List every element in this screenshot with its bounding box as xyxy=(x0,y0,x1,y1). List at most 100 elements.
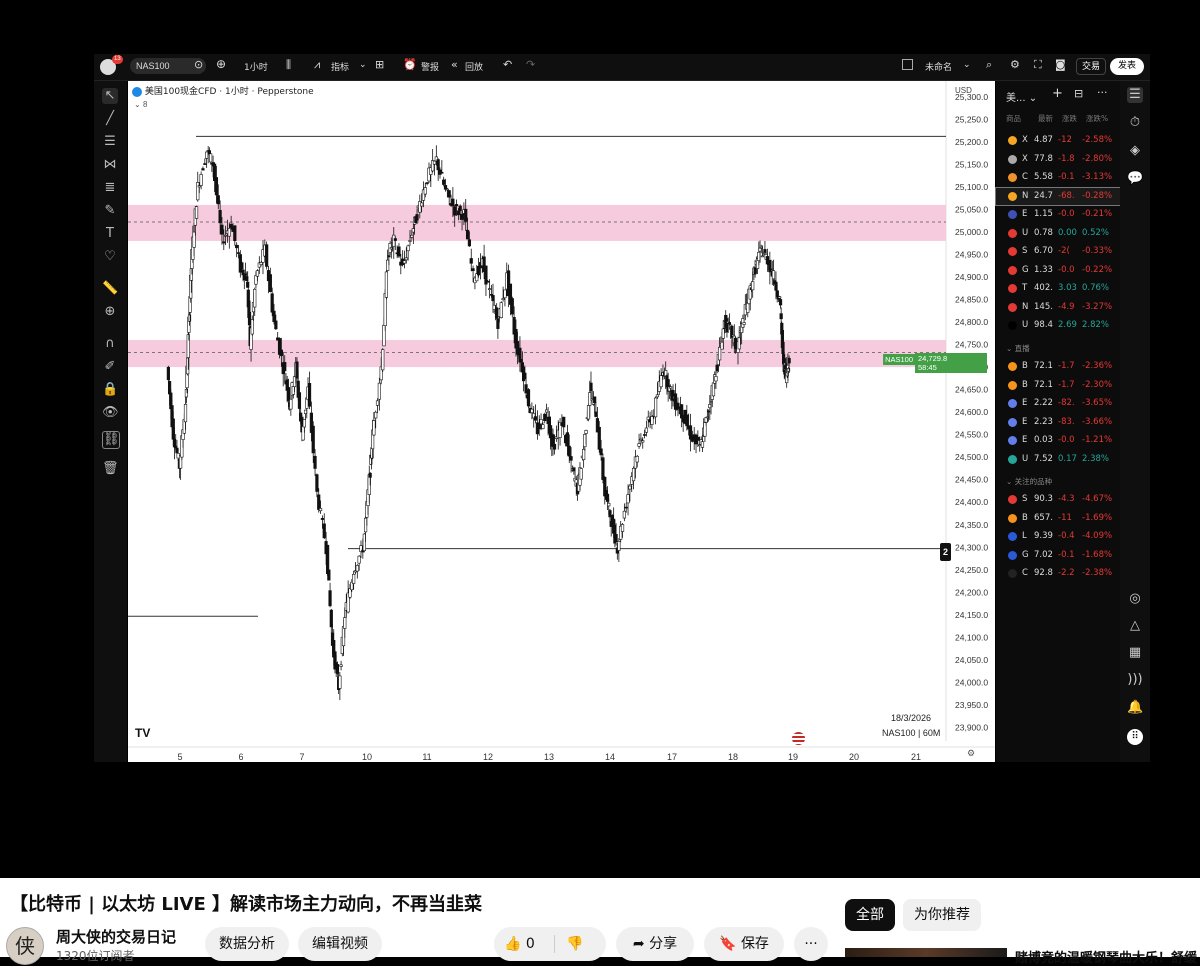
bell-icon[interactable]: 🔔 xyxy=(1127,700,1143,716)
watchlist-row[interactable]: X 4.87 -12 -2.58% xyxy=(996,132,1120,149)
watchlist-row[interactable]: N 145. -4.9 -3.27% xyxy=(996,299,1120,316)
target-icon[interactable]: ◎ xyxy=(1127,591,1143,607)
layout-checkbox[interactable] xyxy=(902,59,913,70)
tradingview-logo[interactable]: TV xyxy=(135,726,150,740)
lock-drawings-icon[interactable]: ✐ xyxy=(102,359,118,375)
watchlist-row[interactable]: S 6.70 -2(-0.33% xyxy=(996,243,1120,260)
col-symbol[interactable]: 商品 xyxy=(1006,113,1021,124)
watchlist-row[interactable]: L 9.39 -0.4 -4.09% xyxy=(996,528,1120,545)
indicators-button[interactable]: 指标 xyxy=(331,60,349,73)
chart-canvas[interactable]: 25,300.025,250.025,200.025,150.025,100.0… xyxy=(128,81,995,762)
ruler-icon[interactable]: 📏 xyxy=(102,281,118,297)
horizontal-lines-icon[interactable]: ☰ xyxy=(102,134,118,150)
watchlist-row[interactable]: S 90.3 -4.3 -4.67% xyxy=(996,491,1120,508)
trash-icon[interactable]: 🗑 xyxy=(102,461,119,477)
indicators-icon[interactable]: ⩘ xyxy=(314,58,320,72)
interval-button[interactable]: 1小时 xyxy=(244,60,268,73)
brush-icon[interactable]: ✎ xyxy=(102,203,118,219)
channel-name[interactable]: 周大侠的交易日记 xyxy=(56,926,176,947)
chat-icon[interactable]: 💬 xyxy=(1127,171,1143,187)
layout-icon[interactable]: ⊞ xyxy=(375,58,384,71)
add-icon[interactable]: + xyxy=(1052,86,1063,101)
layout-grid-icon[interactable]: ⊟ xyxy=(1074,87,1083,100)
watchlist-row[interactable]: N 24.7 -68. -0.28% xyxy=(995,186,1121,206)
fullscreen-icon[interactable]: ⛶ xyxy=(1034,58,1042,72)
alarm-clock-icon[interactable]: ⏱ xyxy=(1127,115,1143,131)
watchlist-row[interactable]: C 92.8 -2.2 -2.38% xyxy=(996,565,1120,582)
search-icon[interactable]: ⌕ xyxy=(986,58,992,72)
replay-button[interactable]: 回放 xyxy=(465,60,483,73)
filter-chip-recommended[interactable]: 为你推荐 xyxy=(903,899,981,931)
watchlist-row[interactable]: G 7.02 -0.1 -1.68% xyxy=(996,547,1120,564)
thumbs-down-icon[interactable]: 👎 xyxy=(566,927,583,961)
cursor-icon[interactable]: ↖ xyxy=(102,88,118,104)
candle-body xyxy=(599,448,603,456)
layers-icon[interactable]: ◈ xyxy=(1127,143,1143,159)
trend-line-icon[interactable]: ╱ xyxy=(102,111,118,127)
publish-button[interactable]: 发表 xyxy=(1110,58,1144,75)
watchlist-row[interactable]: C 5.58 -0.1 -3.13% xyxy=(996,169,1120,186)
col-change[interactable]: 涨跌 xyxy=(1062,113,1077,124)
like-button[interactable]: 👍 0 xyxy=(504,927,535,961)
triangle-icon[interactable]: △ xyxy=(1127,618,1143,634)
watchlist-row[interactable]: E 1.15 -0.0 -0.21% xyxy=(996,206,1120,223)
undo-icon[interactable]: ↶ xyxy=(503,58,512,71)
eye-icon[interactable]: 👁 xyxy=(102,405,119,421)
trade-button[interactable]: 交易 xyxy=(1076,58,1106,75)
fib-icon[interactable]: ≣ xyxy=(102,180,118,196)
watchlist-row[interactable]: B 72.1 -1.7 -2.30% xyxy=(996,377,1120,394)
save-button[interactable]: 🔖 保存 xyxy=(704,927,784,961)
section-header-live[interactable]: ⌄ 直播 xyxy=(1006,343,1030,354)
watchlist-row[interactable]: B 72.1 -1.7 -2.36% xyxy=(996,358,1120,375)
currency-label[interactable]: USD xyxy=(955,86,972,95)
watchlist-header[interactable]: 美... ⌄ xyxy=(1006,89,1037,104)
heart-icon[interactable]: ♡ xyxy=(102,249,118,265)
candle-type-icon[interactable]: ⫼ xyxy=(286,58,291,72)
channel-avatar[interactable]: 侠 xyxy=(6,927,44,965)
watchlist-row[interactable]: U 7.52 0.17 2.38% xyxy=(996,451,1120,468)
watchlist-row[interactable]: U 0.78 0.00 0.52% xyxy=(996,225,1120,242)
link-icon[interactable]: ⛓ xyxy=(102,431,120,449)
calendar-icon[interactable]: ▦ xyxy=(1127,645,1143,661)
more-actions-button[interactable]: ··· xyxy=(794,927,828,961)
settings-icon[interactable]: ⚙ xyxy=(1010,58,1020,71)
watchlist-icon[interactable]: ☰ xyxy=(1127,87,1143,103)
chevron-down-icon[interactable]: ⌄ xyxy=(963,60,971,70)
pattern-icon[interactable]: ⋈ xyxy=(102,157,118,173)
chevron-down-icon[interactable]: ⌄ xyxy=(359,60,367,70)
section-header-favorites[interactable]: ⌄ 关注的品种 xyxy=(1006,476,1052,487)
watchlist-row[interactable]: E 2.23 -83. -3.66% xyxy=(996,414,1120,431)
magnet-icon[interactable]: ∩ xyxy=(102,336,118,352)
filter-chip-all[interactable]: 全部 xyxy=(845,899,895,931)
col-last[interactable]: 最新 xyxy=(1038,113,1053,124)
camera-icon[interactable]: ◙ xyxy=(1055,58,1066,71)
watchlist-row[interactable]: B 657. -11 -1.69% xyxy=(996,510,1120,527)
watchlist-row[interactable]: E 0.03 -0.0 -1.21% xyxy=(996,432,1120,449)
apps-grid-icon[interactable]: ⠿ xyxy=(1127,729,1143,745)
watchlist-row[interactable]: T 402. 3.03 0.76% xyxy=(996,280,1120,297)
indicator-toggle[interactable]: ⌄ 8 xyxy=(134,100,147,109)
settings-gear-icon[interactable]: ⚙ xyxy=(967,748,975,759)
zoom-icon[interactable]: ⊕ xyxy=(102,304,118,320)
compare-icon[interactable]: ⊙ xyxy=(194,58,203,71)
text-icon[interactable]: T xyxy=(102,226,118,242)
related-thumbnail[interactable] xyxy=(845,948,1007,957)
share-button[interactable]: ➦ 分享 xyxy=(616,927,694,961)
col-change-pct[interactable]: 涨跌% xyxy=(1086,113,1108,124)
alert-icon[interactable]: ⏰ xyxy=(403,58,417,71)
redo-icon[interactable]: ↷ xyxy=(526,58,535,71)
watchlist-row[interactable]: G 1.33 -0.0 -0.22% xyxy=(996,262,1120,279)
watchlist-row[interactable]: U 98.4 2.69 2.82% xyxy=(996,317,1120,334)
more-icon[interactable]: ··· xyxy=(1097,86,1108,99)
replay-icon[interactable]: « xyxy=(451,58,458,71)
analytics-button[interactable]: 数据分析 xyxy=(205,927,289,961)
watchlist-row[interactable]: E 2.22 -82. -3.65% xyxy=(996,395,1120,412)
add-symbol-icon[interactable]: ⊕ xyxy=(216,57,226,71)
layout-name[interactable]: 未命名 xyxy=(925,60,952,73)
alerts-button[interactable]: 警报 xyxy=(421,60,439,73)
price-chart[interactable]: 25,300.0 25,250.0 25,200.0 25,150.0 25,100.0… xyxy=(128,81,995,762)
edit-video-button[interactable]: 编辑视频 xyxy=(298,927,382,961)
lock-icon[interactable]: 🔒 xyxy=(102,382,118,398)
watchlist-row[interactable]: X 77.8 -1.8 -2.80% xyxy=(996,151,1120,168)
broadcast-icon[interactable]: ))) xyxy=(1127,672,1143,688)
